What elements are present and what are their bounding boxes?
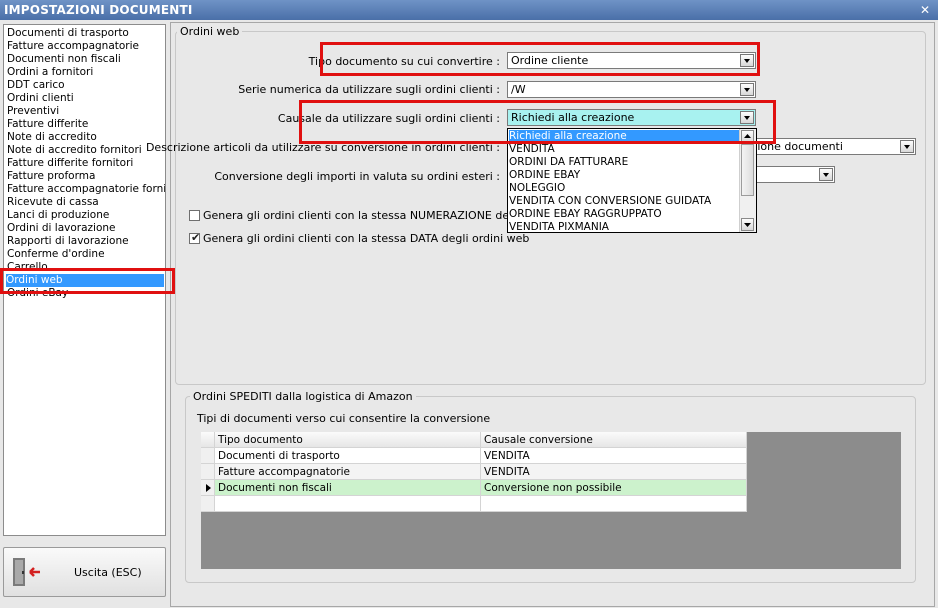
amazon-grid[interactable]: Tipo documento Causale conversione Documen… [201, 432, 901, 569]
column-header: Causale conversione [481, 432, 747, 448]
dropdown-option[interactable]: ORDINI DA FATTURARE [509, 156, 741, 169]
sidebar-item[interactable]: Lanci di produzione [7, 209, 109, 222]
table-new-row[interactable] [201, 496, 747, 512]
title-bar: IMPOSTAZIONI DOCUMENTI ✕ [0, 0, 938, 20]
amazon-subtitle: Tipi di documenti verso cui consentire l… [197, 412, 491, 425]
exit-button-label: Uscita (ESC) [74, 566, 142, 579]
chevron-down-icon[interactable] [740, 83, 754, 96]
table-cell[interactable]: VENDITA [481, 464, 747, 480]
sidebar-item[interactable]: Note di accredito fornitori [7, 144, 142, 157]
chevron-down-icon[interactable] [819, 168, 833, 181]
sidebar-item[interactable]: DDT carico [7, 79, 65, 92]
numerazione-checkbox-label: Genera gli ordini clienti con la stessa … [203, 209, 557, 222]
row-header[interactable] [201, 464, 215, 480]
serie-numerica-label: Serie numerica da utilizzare sugli ordin… [238, 83, 500, 96]
table-cell[interactable]: Documenti non fiscali [215, 480, 481, 496]
sidebar-item[interactable]: Fatture accompagnatorie fornitori [7, 183, 165, 196]
chevron-down-icon[interactable] [900, 140, 914, 153]
sidebar-item[interactable]: Fatture differite fornitori [7, 157, 133, 170]
dropdown-option[interactable]: ORDINE EBAY RAGGRUPPATO [509, 208, 741, 221]
sidebar-item[interactable]: Preventivi [7, 105, 59, 118]
exit-button[interactable]: Uscita (ESC) [3, 547, 166, 597]
exit-door-icon [10, 556, 42, 591]
highlight-box-tipo [320, 42, 760, 76]
table-cell[interactable] [481, 496, 747, 512]
sidebar-item[interactable]: Fatture accompagnatorie [7, 40, 139, 53]
dropdown-option[interactable]: VENDITA CON CONVERSIONE GUIDATA [509, 195, 741, 208]
numerazione-checkbox[interactable] [189, 210, 200, 221]
table-cell[interactable]: Fatture accompagnatorie [215, 464, 481, 480]
table-cell[interactable]: VENDITA [481, 448, 747, 464]
row-header[interactable] [201, 480, 215, 496]
scrollbar-thumb[interactable] [741, 144, 754, 196]
serie-numerica-value: /W [511, 83, 526, 96]
table-row[interactable]: Fatture accompagnatorie VENDITA [201, 464, 747, 480]
sidebar-item[interactable]: Conferme d'ordine [7, 248, 105, 261]
ordini-web-legend: Ordini web [177, 25, 243, 38]
dropdown-option[interactable]: VENDITA PIXMANIA [509, 221, 741, 234]
dropdown-option[interactable]: NOLEGGIO [509, 182, 741, 195]
dropdown-scrollbar[interactable] [739, 129, 756, 232]
checkmark-icon: ✔ [191, 231, 201, 244]
sidebar-item[interactable]: Ricevute di cassa [7, 196, 99, 209]
dropdown-option[interactable]: ORDINE EBAY [509, 169, 741, 182]
sidebar-item[interactable]: Ordini di lavorazione [7, 222, 116, 235]
data-checkbox-label: Genera gli ordini clienti con la stessa … [203, 232, 530, 245]
sidebar-item[interactable]: Fatture differite [7, 118, 88, 131]
sidebar-item[interactable]: Fatture proforma [7, 170, 95, 183]
table-row[interactable]: Documenti non fiscali Conversione non pos… [201, 480, 747, 496]
highlight-box-causale [299, 100, 776, 144]
row-header[interactable] [201, 448, 215, 464]
column-header: Tipo documento [215, 432, 481, 448]
current-row-icon [206, 484, 211, 492]
highlight-box-ordini-web [0, 268, 175, 294]
table-cell[interactable]: Conversione non possibile [481, 480, 747, 496]
conversione-importi-label: Conversione degli importi in valuta su o… [214, 170, 500, 183]
sidebar-item[interactable]: Ordini clienti [7, 92, 74, 105]
sidebar-item[interactable]: Ordini a fornitori [7, 66, 93, 79]
sidebar-item[interactable]: Note di accredito [7, 131, 97, 144]
table-row[interactable]: Documenti di trasporto VENDITA [201, 448, 747, 464]
sidebar-item[interactable]: Documenti di trasporto [7, 27, 129, 40]
close-icon[interactable]: ✕ [920, 0, 930, 20]
row-header[interactable] [201, 496, 215, 512]
scroll-down-icon[interactable] [741, 218, 754, 231]
sidebar-item[interactable]: Documenti non fiscali [7, 53, 121, 66]
dropdown-option[interactable]: VENDITA [509, 143, 741, 156]
serie-numerica-combo[interactable]: /W [507, 81, 756, 98]
row-header[interactable] [201, 432, 215, 448]
window-title: IMPOSTAZIONI DOCUMENTI [4, 3, 193, 17]
table-header-row: Tipo documento Causale conversione [201, 432, 747, 448]
table-cell[interactable] [215, 496, 481, 512]
table-cell[interactable]: Documenti di trasporto [215, 448, 481, 464]
amazon-legend: Ordini SPEDITI dalla logistica di Amazon [190, 390, 416, 403]
data-checkbox[interactable]: ✔ [189, 231, 201, 244]
sidebar-item[interactable]: Rapporti di lavorazione [7, 235, 129, 248]
